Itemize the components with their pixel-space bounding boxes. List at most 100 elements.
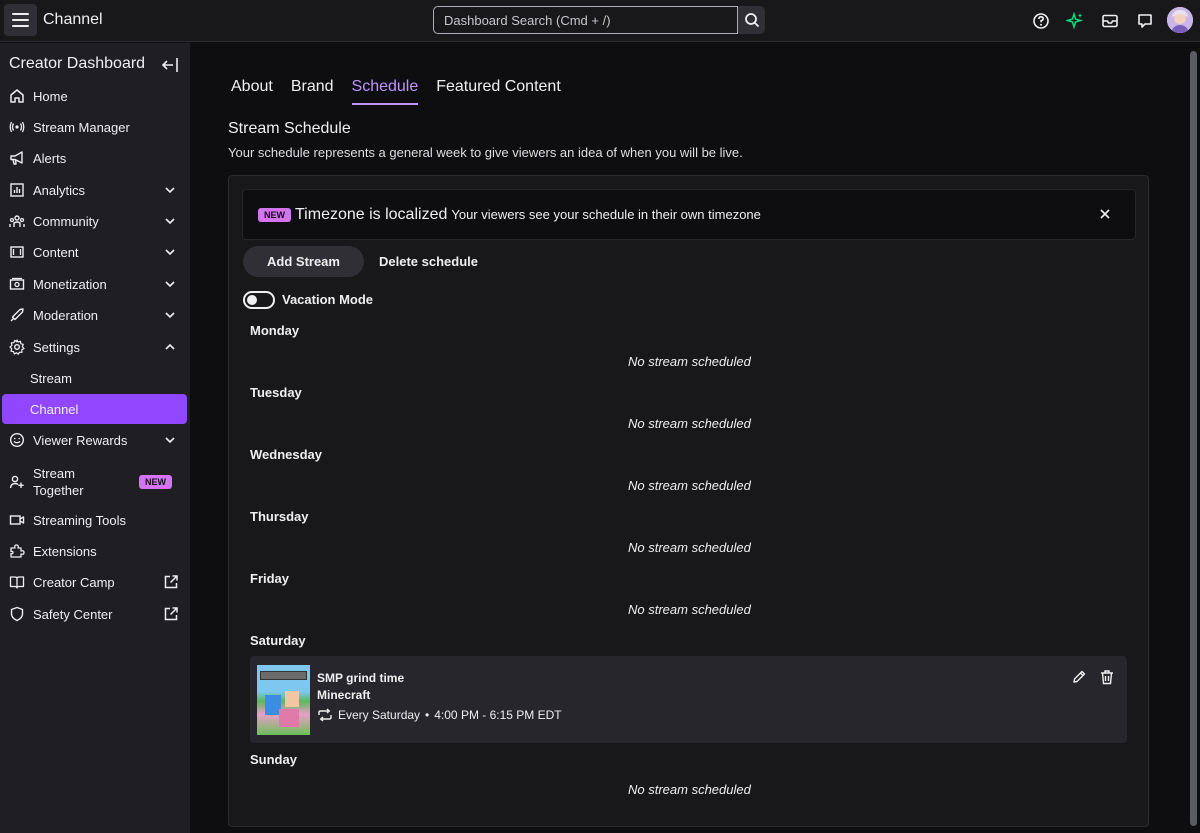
sidebar-item-moderation[interactable]: Moderation: [2, 300, 187, 330]
day-label-friday: Friday: [250, 571, 290, 586]
external-link-icon: [163, 574, 179, 590]
content-icon: [9, 244, 25, 260]
avatar[interactable]: [1167, 7, 1193, 33]
stream-category: Minecraft: [317, 688, 371, 702]
notice-text: Your viewers see your schedule in their …: [451, 207, 761, 222]
rewards-icon: [9, 432, 25, 448]
top-bar: Channel: [0, 0, 1200, 42]
tab-brand[interactable]: Brand: [291, 78, 334, 105]
search-bar: [433, 6, 765, 34]
scrollbar-thumb[interactable]: [1190, 51, 1197, 826]
money-icon: [9, 276, 25, 292]
section-title: Stream Schedule: [228, 120, 351, 137]
day-label-thursday: Thursday: [250, 509, 309, 524]
day-label-wednesday: Wednesday: [250, 447, 323, 462]
megaphone-icon: [9, 150, 25, 166]
sidebar-item-analytics[interactable]: Analytics: [2, 175, 187, 205]
sidebar-item-settings[interactable]: Settings: [2, 332, 187, 362]
toggle-knob: [247, 295, 257, 305]
sidebar: Creator Dashboard Home Stream Manager Al…: [0, 43, 190, 833]
schedule-panel: NEW Timezone is localized Your viewers s…: [228, 175, 1149, 827]
search-button[interactable]: [738, 6, 765, 34]
channel-tabs: About Brand Schedule Featured Content: [231, 78, 579, 105]
no-stream-text: No stream scheduled: [628, 478, 751, 493]
trash-icon[interactable]: [1099, 669, 1115, 685]
day-label-tuesday: Tuesday: [250, 385, 302, 400]
sidebar-item-safety-center[interactable]: Safety Center: [2, 599, 187, 629]
add-stream-button[interactable]: Add Stream: [243, 246, 364, 277]
sidebar-item-creator-camp[interactable]: Creator Camp: [2, 567, 187, 597]
new-badge: NEW: [139, 475, 172, 489]
sidebar-item-alerts[interactable]: Alerts: [2, 143, 187, 173]
scheduled-stream-card[interactable]: SMP grind time Minecraft Every Saturday …: [250, 656, 1127, 743]
notice-title: Timezone is localized: [295, 205, 448, 223]
no-stream-text: No stream scheduled: [628, 540, 751, 555]
sidebar-item-content[interactable]: Content: [2, 237, 187, 267]
day-label-sunday: Sunday: [250, 752, 297, 767]
analytics-icon: [9, 182, 25, 198]
whisper-icon[interactable]: [1133, 9, 1157, 33]
sword-icon: [9, 307, 25, 323]
sidebar-item-community[interactable]: Community: [2, 206, 187, 236]
shield-icon: [9, 606, 25, 622]
puzzle-icon: [9, 543, 25, 559]
search-input[interactable]: [433, 6, 738, 34]
sidebar-item-monetization[interactable]: Monetization: [2, 269, 187, 299]
chevron-down-icon: [163, 308, 177, 322]
scrollbar[interactable]: [1188, 43, 1200, 833]
vacation-mode-label: Vacation Mode: [282, 292, 374, 307]
page-title: Channel: [43, 11, 103, 28]
no-stream-text: No stream scheduled: [628, 602, 751, 617]
sidebar-item-stream[interactable]: Stream: [2, 363, 187, 393]
day-label-saturday: Saturday: [250, 633, 306, 648]
day-label-monday: Monday: [250, 323, 300, 338]
chevron-down-icon: [163, 433, 177, 447]
sidebar-item-home[interactable]: Home: [2, 81, 187, 111]
chevron-down-icon: [163, 183, 177, 197]
community-icon: [9, 213, 25, 229]
search-icon: [744, 13, 759, 28]
sidebar-item-channel[interactable]: Channel: [2, 394, 187, 424]
no-stream-text: No stream scheduled: [628, 782, 751, 797]
new-badge: NEW: [258, 207, 291, 222]
section-description: Your schedule represents a general week …: [228, 145, 743, 160]
sidebar-item-viewer-rewards[interactable]: Viewer Rewards: [2, 425, 187, 455]
delete-schedule-button[interactable]: Delete schedule: [379, 246, 478, 277]
sidebar-item-stream-together[interactable]: Stream Together NEW: [2, 462, 187, 502]
help-icon[interactable]: [1029, 9, 1053, 33]
sidebar-item-extensions[interactable]: Extensions: [2, 536, 187, 566]
chevron-up-icon: [163, 340, 177, 354]
repeat-icon: [317, 708, 333, 722]
tab-about[interactable]: About: [231, 78, 273, 105]
stream-time-range: 4:00 PM - 6:15 PM EDT: [434, 708, 562, 722]
collapse-sidebar-icon[interactable]: [160, 55, 180, 75]
timezone-notice: NEW Timezone is localized Your viewers s…: [242, 189, 1136, 240]
no-stream-text: No stream scheduled: [628, 354, 751, 369]
chevron-down-icon: [163, 277, 177, 291]
game-thumbnail: [257, 665, 310, 735]
stream-time: Every Saturday • 4:00 PM - 6:15 PM EDT: [317, 708, 562, 722]
broadcast-icon: [9, 119, 25, 135]
menu-icon[interactable]: [4, 4, 37, 36]
edit-icon[interactable]: [1071, 669, 1087, 685]
tab-schedule[interactable]: Schedule: [351, 78, 419, 105]
external-link-icon: [163, 606, 179, 622]
vacation-mode-toggle[interactable]: [243, 291, 275, 309]
gear-icon: [9, 339, 25, 355]
sparkle-icon[interactable]: [1063, 9, 1087, 33]
add-person-icon: [9, 474, 25, 490]
home-icon: [9, 88, 25, 104]
inbox-icon[interactable]: [1098, 9, 1122, 33]
sidebar-item-stream-manager[interactable]: Stream Manager: [2, 112, 187, 142]
minecraft-logo: [260, 671, 307, 680]
book-icon: [9, 574, 25, 590]
sidebar-title: Creator Dashboard: [9, 55, 146, 72]
chevron-down-icon: [163, 214, 177, 228]
tab-featured-content[interactable]: Featured Content: [436, 78, 561, 105]
camera-icon: [9, 512, 25, 528]
stream-title: SMP grind time: [317, 671, 405, 685]
sidebar-item-streaming-tools[interactable]: Streaming Tools: [2, 505, 187, 535]
close-icon[interactable]: [1099, 208, 1111, 220]
stream-recurrence: Every Saturday: [338, 708, 421, 722]
chevron-down-icon: [163, 245, 177, 259]
